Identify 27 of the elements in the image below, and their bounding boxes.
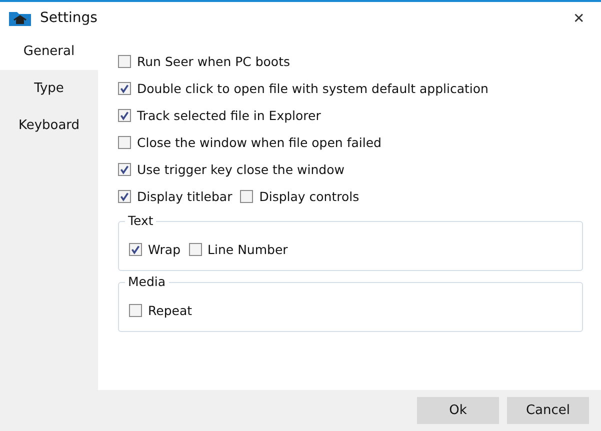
checkbox[interactable] [118,109,131,122]
group-title: Media [125,274,169,289]
checkbox[interactable] [118,163,131,176]
checkbox-option[interactable]: Close the window when file open failed [118,129,583,156]
checkbox[interactable] [129,304,142,317]
checkbox-option[interactable]: Wrap [129,236,181,263]
close-button[interactable]: ✕ [557,2,601,32]
checkbox-option[interactable]: Repeat [129,297,192,324]
checkbox-option[interactable]: Display titlebar [118,183,232,210]
group-title: Text [125,213,156,228]
checkbox-option[interactable]: Track selected file in Explorer [118,102,583,129]
checkbox-option[interactable]: Display controls [240,183,360,210]
checkbox-option[interactable]: Run Seer when PC boots [118,48,583,75]
checkbox[interactable] [118,136,131,149]
sidebar-tab[interactable]: General [0,33,98,70]
checkbox-option[interactable]: Line Number [188,236,288,263]
checkbox[interactable] [240,190,254,203]
checkbox[interactable] [188,243,202,256]
ok-button[interactable]: Ok [417,397,499,424]
cancel-button[interactable]: Cancel [507,397,589,424]
checkbox-option[interactable]: Use trigger key close the window [118,156,583,183]
checkbox[interactable] [118,190,131,203]
checkbox-option[interactable]: Double click to open file with system default application [118,75,583,102]
checkbox[interactable] [118,55,131,68]
checkbox[interactable] [118,82,131,95]
checkbox[interactable] [129,243,142,256]
window-title: Settings [40,10,98,26]
